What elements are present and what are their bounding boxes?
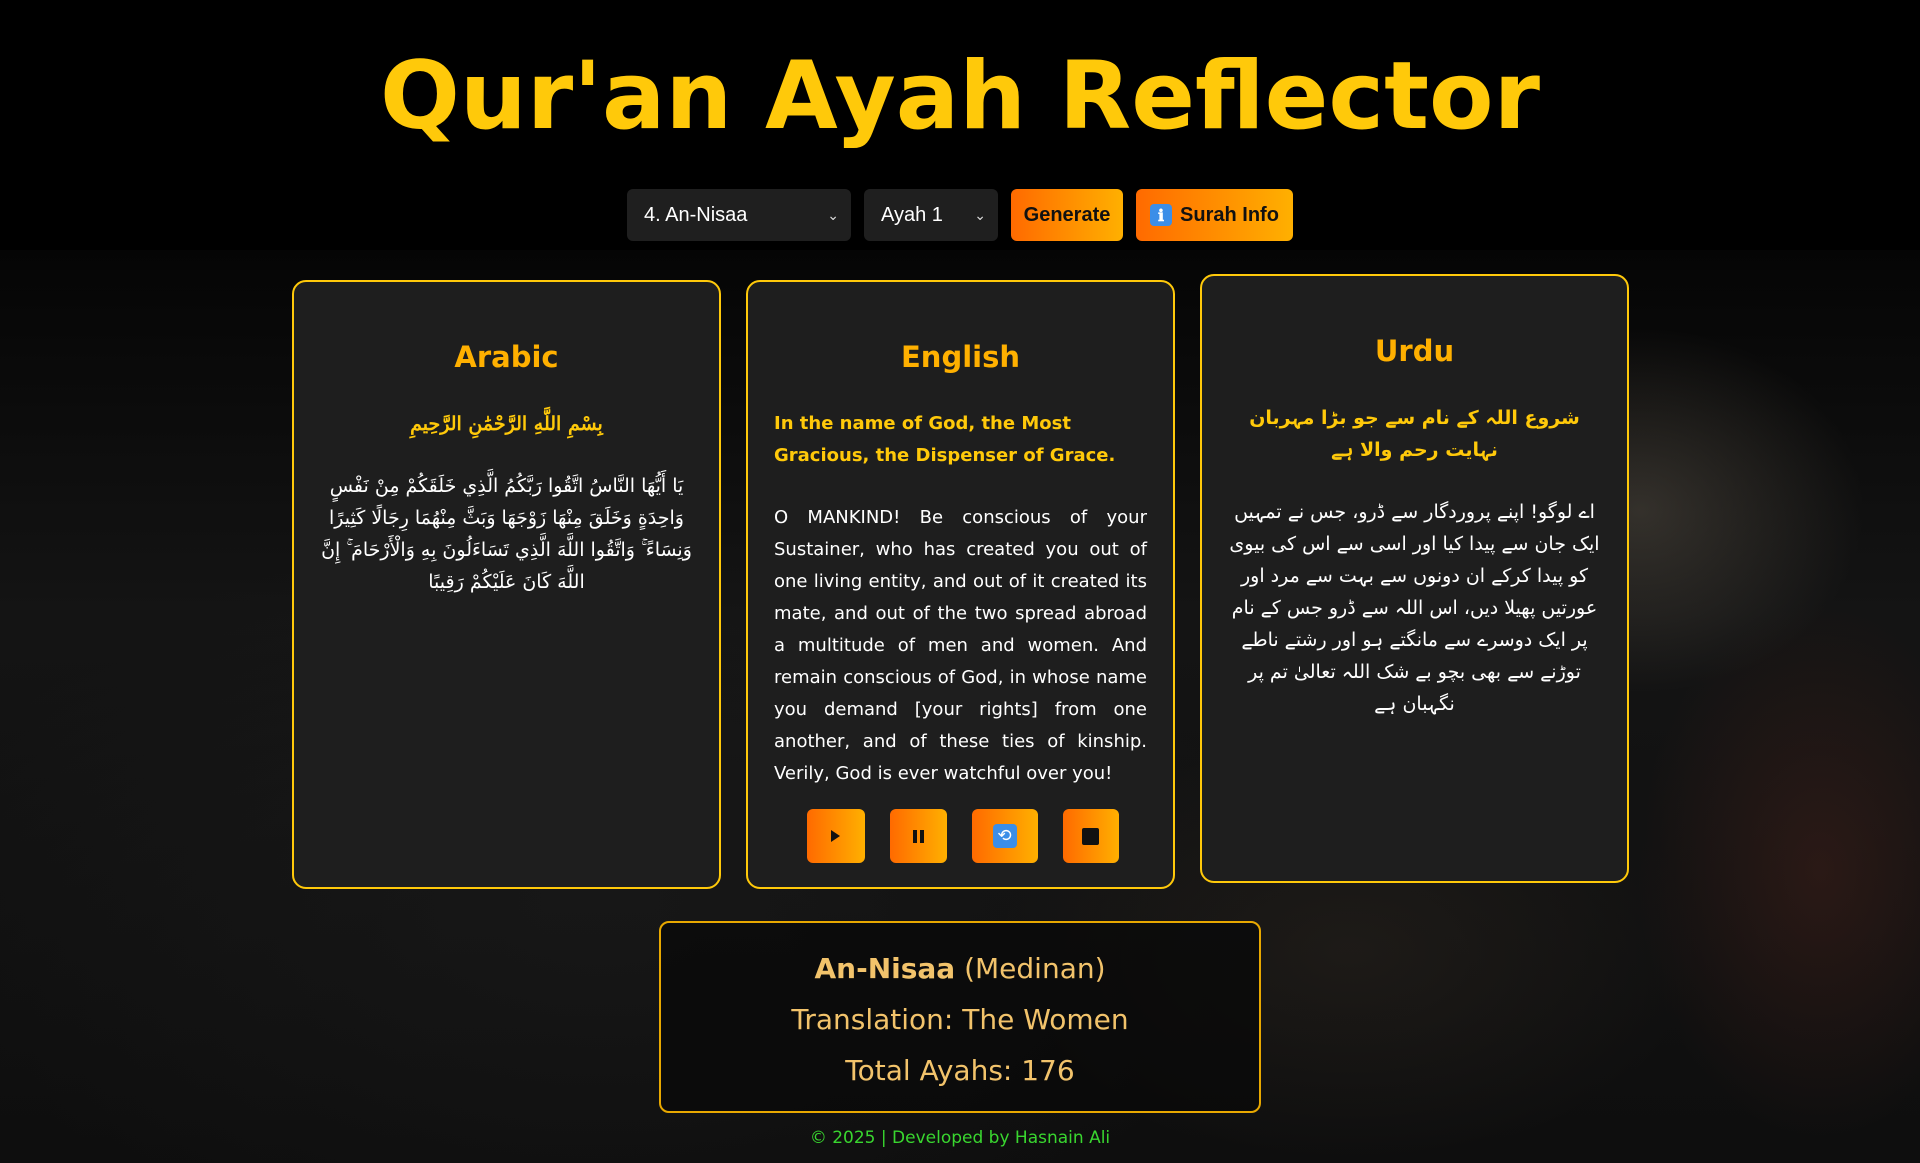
surah-select-value: 4. An-Nisaa (644, 203, 748, 226)
audio-controls: ⟲ (748, 809, 1177, 863)
arabic-card: Arabic بِسْمِ اللَّهِ الرَّحْمَٰنِ الرَّ… (292, 280, 721, 889)
english-card: English In the name of God, the Most Gra… (746, 280, 1175, 889)
chevron-down-icon: ⌄ (974, 206, 986, 223)
urdu-card: Urdu شروع اللہ کے نام سے جو بڑا مہربان ن… (1200, 274, 1629, 883)
urdu-bismillah: شروع اللہ کے نام سے جو بڑا مہربان نہایت … (1249, 407, 1580, 461)
play-button[interactable] (806, 809, 865, 863)
footer-credit: © 2025 | Developed by Hasnain Ali (809, 1128, 1111, 1148)
english-heading: English (900, 340, 1020, 374)
ayah-select-value: Ayah 1 (881, 203, 943, 226)
surah-total-ayahs: Total Ayahs: 176 (845, 1054, 1075, 1087)
pause-icon (912, 829, 924, 843)
surah-select[interactable]: 4. An-Nisaa ⌄ (627, 189, 851, 241)
surah-type: (Medinan) (964, 952, 1106, 985)
stop-button[interactable] (1062, 809, 1119, 863)
surah-info-button-label: Surah Info (1180, 203, 1279, 226)
ayah-select[interactable]: Ayah 1 ⌄ (864, 189, 998, 241)
generate-button-label: Generate (1023, 203, 1111, 226)
urdu-heading: Urdu (1374, 334, 1455, 368)
arabic-bismillah: بِسْمِ اللَّهِ الرَّحْمَٰنِ الرَّحِيمِ (410, 413, 603, 435)
controls-bar: 4. An-Nisaa ⌄ Ayah 1 ⌄ Generate ℹ Surah … (627, 189, 1293, 241)
play-icon (831, 830, 840, 842)
pause-button[interactable] (889, 809, 947, 863)
english-bismillah: In the name of God, the Most Gracious, t… (774, 413, 1116, 466)
stop-icon (1082, 827, 1099, 845)
surah-info-button[interactable]: ℹ Surah Info (1136, 189, 1293, 241)
info-icon: ℹ (1150, 204, 1173, 226)
surah-info-box: An-Nisaa (Medinan) Translation: The Wome… (659, 921, 1261, 1113)
surah-translation: Translation: The Women (791, 1003, 1129, 1036)
arabic-heading: Arabic (454, 340, 559, 374)
repeat-icon: ⟲ (992, 824, 1017, 848)
page-title: Qur'an Ayah Reflector (380, 42, 1540, 151)
urdu-ayah-text: اے لوگو! اپنے پروردگار سے ڈرو، جس نے تمہ… (1229, 501, 1600, 715)
surah-name-line: An-Nisaa (Medinan) (661, 943, 1259, 994)
arabic-ayah-text: يَا أَيُّهَا النَّاسُ اتَّقُوا رَبَّكُمُ… (321, 475, 692, 593)
repeat-button[interactable]: ⟲ (971, 809, 1038, 863)
app-container: Qur'an Ayah Reflector 4. An-Nisaa ⌄ Ayah… (0, 0, 1920, 1163)
surah-name: An-Nisaa (814, 952, 956, 985)
english-ayah-text: O MANKIND! Be conscious of your Sustaine… (774, 507, 1147, 784)
generate-button[interactable]: Generate (1011, 189, 1123, 241)
chevron-down-icon: ⌄ (827, 206, 839, 223)
